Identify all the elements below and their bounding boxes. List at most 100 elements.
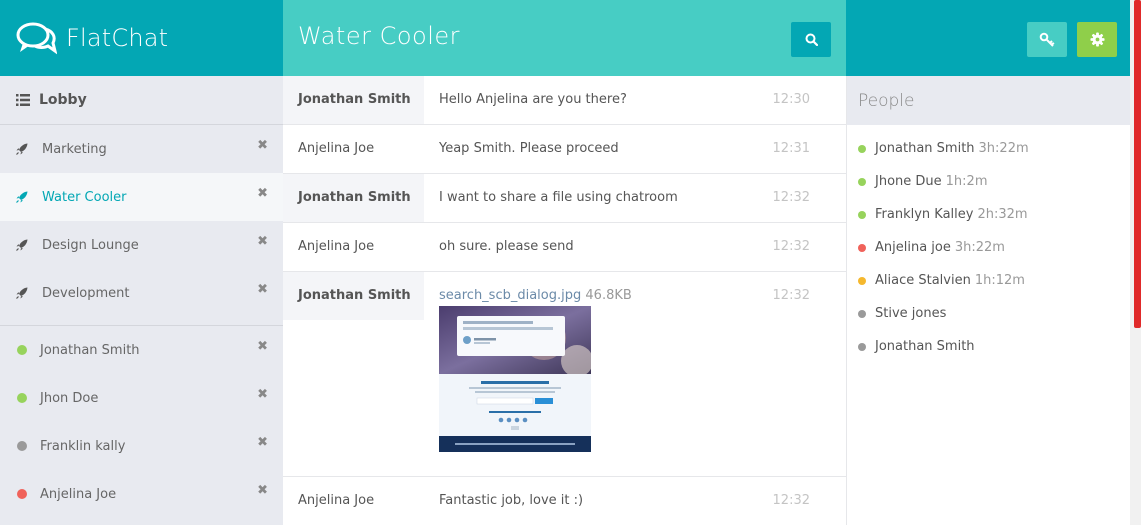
file-link[interactable]: search_scb_dialog.jpg — [439, 288, 581, 303]
person-name: Anjelina joe — [875, 240, 951, 255]
close-icon[interactable]: ✖ — [257, 283, 268, 296]
contact-label: Anjelina Joe — [40, 486, 117, 502]
close-icon[interactable]: ✖ — [257, 484, 268, 497]
image-thumbnail[interactable] — [439, 306, 591, 452]
message-sender: Jonathan Smith — [283, 272, 424, 320]
message-time: 12:30 — [772, 92, 810, 107]
message-text: oh sure. please send — [439, 239, 574, 254]
person-item[interactable]: Stive jones — [847, 297, 1130, 330]
sidebar-item-design-lounge[interactable]: Design Lounge ✖ — [0, 221, 283, 269]
list-icon — [16, 94, 30, 106]
person-name: Stive jones — [875, 306, 947, 321]
message-text: Hello Anjelina are you there? — [439, 92, 627, 107]
status-dot-offline — [858, 342, 866, 351]
lobby-label: Lobby — [39, 92, 87, 108]
close-icon[interactable]: ✖ — [257, 436, 268, 449]
key-icon — [1039, 32, 1055, 47]
search-icon — [805, 33, 818, 46]
sidebar-item-water-cooler[interactable]: Water Cooler ✖ — [0, 173, 283, 221]
message-sender: Anjelina Joe — [298, 493, 375, 508]
message-text: I want to share a file using chatroom — [439, 190, 678, 205]
status-dot-online — [17, 393, 27, 403]
close-icon[interactable]: ✖ — [257, 187, 268, 200]
people-list: Jonathan Smith 3h:22m Jhone Due 1h:2m Fr… — [847, 125, 1130, 363]
person-name: Aliace Stalvien — [875, 273, 971, 288]
person-item[interactable]: Jhone Due 1h:2m — [847, 165, 1130, 198]
status-dot-busy — [858, 243, 866, 252]
key-button[interactable] — [1027, 22, 1067, 57]
sidebar-item-development[interactable]: Development ✖ — [0, 269, 283, 317]
close-icon[interactable]: ✖ — [257, 340, 268, 353]
chat-bubbles-icon — [16, 22, 57, 55]
room-label: Water Cooler — [42, 189, 127, 205]
sidebar-item-marketing[interactable]: Marketing ✖ — [0, 125, 283, 173]
lobby-item[interactable]: Lobby — [0, 76, 283, 125]
person-time: 1h:2m — [945, 174, 988, 189]
contact-label: Franklin kally — [40, 438, 126, 454]
settings-button[interactable] — [1077, 22, 1117, 57]
status-dot-away — [858, 276, 866, 285]
gear-icon — [1089, 32, 1105, 47]
brand-name: FlatChat — [66, 24, 169, 52]
rocket-icon — [16, 287, 28, 299]
contact-label: Jhon Doe — [40, 390, 99, 406]
message-row-attachment: Jonathan Smith search_scb_dialog.jpg 46.… — [283, 272, 846, 477]
status-dot-online — [858, 144, 866, 153]
rooms-sidebar: Lobby Marketing ✖ Water Cooler ✖ Design … — [0, 76, 283, 525]
status-dot-online — [858, 210, 866, 219]
message-time: 12:31 — [772, 141, 810, 156]
actions-header — [846, 0, 1130, 76]
rocket-icon — [16, 191, 28, 203]
room-header: Water Cooler — [283, 0, 846, 76]
sidebar-contact-jhon-doe[interactable]: Jhon Doe ✖ — [0, 374, 283, 422]
person-item[interactable]: Franklyn Kalley 2h:32m — [847, 198, 1130, 231]
close-icon[interactable]: ✖ — [257, 235, 268, 248]
person-item[interactable]: Aliace Stalvien 1h:12m — [847, 264, 1130, 297]
message-list: Jonathan Smith Hello Anjelina are you th… — [283, 76, 846, 525]
person-item[interactable]: Anjelina joe 3h:22m — [847, 231, 1130, 264]
message-text: Yeap Smith. Please proceed — [439, 141, 619, 156]
people-panel: People Jonathan Smith 3h:22m Jhone Due 1… — [846, 76, 1130, 525]
person-name: Jonathan Smith — [875, 339, 975, 354]
close-icon[interactable]: ✖ — [257, 139, 268, 152]
room-label: Development — [42, 285, 130, 301]
room-title: Water Cooler — [298, 22, 460, 50]
person-name: Franklyn Kalley — [875, 207, 974, 222]
message-time: 12:32 — [772, 190, 810, 205]
sidebar-contact-jonathan-smith[interactable]: Jonathan Smith ✖ — [0, 326, 283, 374]
scrollbar-thumb[interactable] — [1134, 0, 1141, 328]
status-dot-online — [858, 177, 866, 186]
close-icon[interactable]: ✖ — [257, 388, 268, 401]
message-time: 12:32 — [772, 493, 810, 508]
status-dot-offline — [17, 441, 27, 451]
person-name: Jonathan Smith — [875, 141, 975, 156]
person-time: 3h:22m — [954, 240, 1005, 255]
person-time: 2h:32m — [977, 207, 1028, 222]
room-label: Marketing — [42, 141, 107, 157]
contact-label: Jonathan Smith — [40, 342, 140, 358]
message-row: Anjelina Joe Yeap Smith. Please proceed … — [283, 125, 846, 174]
room-label: Design Lounge — [42, 237, 139, 253]
message-row: Jonathan Smith I want to share a file us… — [283, 174, 846, 223]
status-dot-offline — [858, 309, 866, 318]
sidebar-contact-franklin-kally[interactable]: Franklin kally ✖ — [0, 422, 283, 470]
rocket-icon — [16, 143, 28, 155]
person-item[interactable]: Jonathan Smith 3h:22m — [847, 132, 1130, 165]
search-button[interactable] — [791, 22, 831, 57]
file-attachment: search_scb_dialog.jpg 46.8KB — [439, 288, 632, 303]
sidebar-contact-anjelina-joe[interactable]: Anjelina Joe ✖ — [0, 470, 283, 518]
sidebar-divider — [0, 317, 283, 326]
person-time: 3h:22m — [978, 141, 1029, 156]
message-sender: Anjelina Joe — [298, 141, 375, 156]
person-item[interactable]: Jonathan Smith — [847, 330, 1130, 363]
person-name: Jhone Due — [875, 174, 942, 189]
message-row: Anjelina Joe Fantastic job, love it :) 1… — [283, 477, 846, 525]
rocket-icon — [16, 239, 28, 251]
people-title: People — [847, 76, 1130, 125]
message-row: Jonathan Smith Hello Anjelina are you th… — [283, 76, 846, 125]
brand-bar: FlatChat — [0, 0, 283, 76]
message-sender: Anjelina Joe — [298, 239, 375, 254]
message-text: Fantastic job, love it :) — [439, 493, 584, 508]
message-sender: Jonathan Smith — [283, 174, 424, 222]
message-row: Anjelina Joe oh sure. please send 12:32 — [283, 223, 846, 272]
